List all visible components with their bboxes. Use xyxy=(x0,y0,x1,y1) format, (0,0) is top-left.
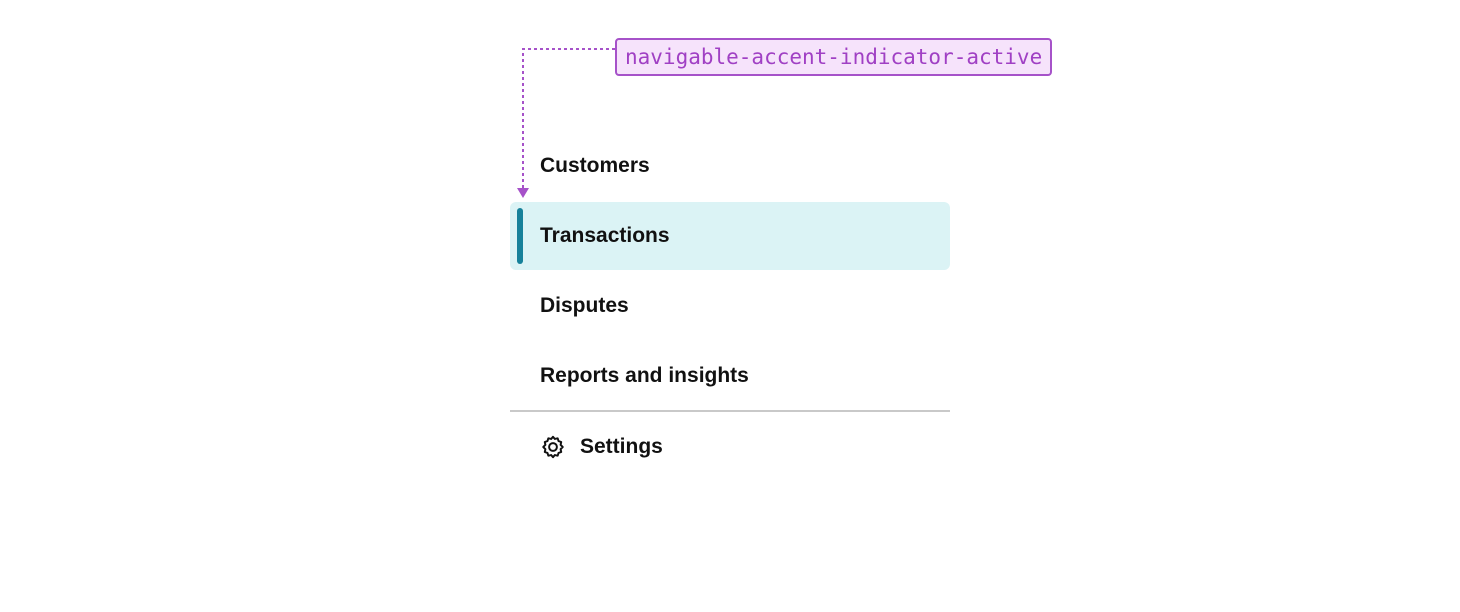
accent-indicator xyxy=(517,208,523,264)
nav-item-label: Customers xyxy=(540,154,650,177)
nav-item-label: Transactions xyxy=(540,224,670,247)
nav-item-transactions[interactable]: Transactions xyxy=(510,202,950,270)
nav-item-label: Reports and insights xyxy=(540,364,749,387)
nav-item-label: Disputes xyxy=(540,294,629,317)
nav-item-disputes[interactable]: Disputes xyxy=(510,272,950,340)
annotation-label: navigable-accent-indicator-active xyxy=(615,38,1053,76)
nav-item-label: Settings xyxy=(580,435,663,458)
nav-item-customers[interactable]: Customers xyxy=(510,132,950,200)
side-navigation: Customers Transactions Disputes Reports … xyxy=(510,132,950,484)
gear-icon xyxy=(540,434,566,460)
nav-item-reports-and-insights[interactable]: Reports and insights xyxy=(510,342,950,410)
nav-item-settings[interactable]: Settings xyxy=(510,412,950,482)
